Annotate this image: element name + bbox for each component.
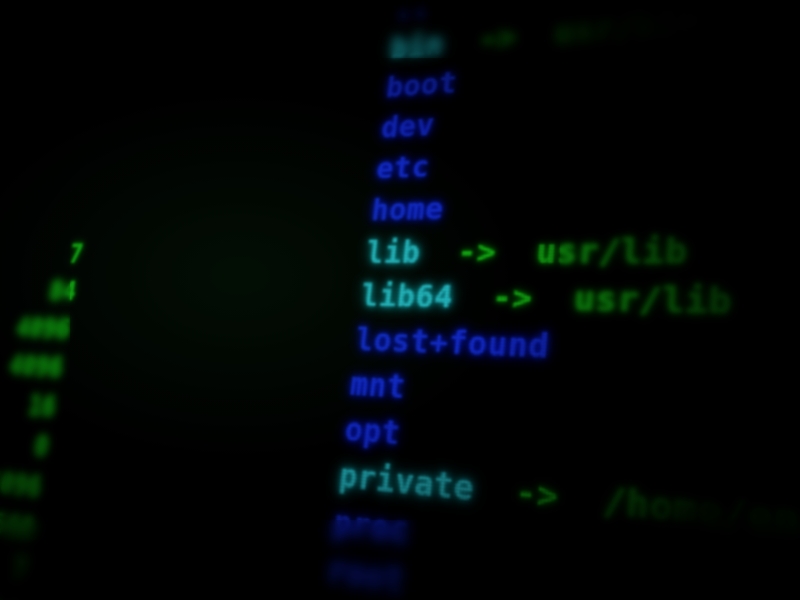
entry-month: Sep xyxy=(185,44,253,86)
entry-time: 2015 xyxy=(228,274,329,317)
entry-name-lost-found[interactable]: lost+found xyxy=(354,322,551,366)
entry-size: 84 xyxy=(2,273,79,311)
entry-size: 4096 xyxy=(0,460,45,509)
entry-month: Sep xyxy=(155,234,225,274)
symlink-arrow-icon: -> xyxy=(514,473,560,519)
entry-day: 19. xyxy=(125,52,177,92)
entry-size xyxy=(38,118,107,123)
entry-name-dev[interactable]: dev xyxy=(380,109,437,145)
entry-month: Sep xyxy=(161,195,230,235)
entry-time: 15:50 xyxy=(251,111,350,156)
entry-day: 21. xyxy=(44,510,100,559)
entry-size: 16 xyxy=(0,383,59,427)
entry-month: Sep xyxy=(167,156,236,197)
entry-size xyxy=(18,225,88,226)
entry-name-bin[interactable]: bin xyxy=(389,28,445,65)
entry-month: Sep xyxy=(173,118,242,159)
entry-size xyxy=(45,83,114,89)
entry-month: Aug xyxy=(135,353,206,398)
entry-symlink-target: usr/lib xyxy=(535,232,689,272)
entry-time: 15:52 xyxy=(240,191,340,234)
entry-name-proc[interactable]: proc xyxy=(331,504,411,552)
entry-name-etc[interactable]: etc xyxy=(375,150,432,186)
entry-name-home[interactable]: home xyxy=(370,192,446,228)
entry-time: 09:31 xyxy=(257,71,355,117)
directory-listing: 1. Sep 15:53 . 0. Sep 15:53 .. 19. Sep 2… xyxy=(0,0,800,600)
entry-month: Sep xyxy=(122,434,194,483)
entry-time: 09:32 xyxy=(246,151,345,195)
photo-of-monitor: 1. Sep 15:53 . 0. Sep 15:53 .. 19. Sep 2… xyxy=(0,0,800,600)
entry-month: Sep xyxy=(148,273,218,314)
entry-time: 22:45 xyxy=(216,356,319,405)
entry-day: 0. xyxy=(131,17,183,57)
entry-size xyxy=(32,153,101,157)
entry-day: 1. xyxy=(80,311,134,352)
monitor-screen-wrapper: 1. Sep 15:53 . 0. Sep 15:53 .. 19. Sep 2… xyxy=(0,0,800,600)
entry-day: 21. xyxy=(106,160,159,199)
entry-name-opt[interactable]: opt xyxy=(343,411,403,453)
entry-symlink-target: usr/lib xyxy=(573,280,734,322)
entry-day: 21. xyxy=(119,87,172,126)
entry-time: 2015 xyxy=(234,232,335,274)
entry-day: 30. xyxy=(100,197,153,235)
entry-time: 10:01 xyxy=(222,315,324,361)
entry-size: 4096 xyxy=(0,346,66,388)
entry-name-lib64[interactable]: lib64 xyxy=(359,279,455,316)
entry-name-lib[interactable]: lib xyxy=(364,235,422,271)
entry-name-root[interactable]: root xyxy=(326,551,407,600)
entry-size: 4096 xyxy=(0,309,73,349)
entry-month: Sep xyxy=(128,393,199,440)
entry-size: 0 xyxy=(0,421,52,467)
entry-name--[interactable]: .. xyxy=(394,0,432,26)
entry-day: 21. xyxy=(58,429,113,475)
entry-size xyxy=(51,48,120,55)
symlink-arrow-icon: -> xyxy=(456,234,498,271)
terminal-screen: 1. Sep 15:53 . 0. Sep 15:53 .. 19. Sep 2… xyxy=(0,0,800,600)
entry-day: 30. xyxy=(73,350,128,392)
entry-month: Jul xyxy=(142,313,213,356)
entry-day: 21. xyxy=(66,389,121,433)
entry-size xyxy=(57,14,125,23)
entry-day: 30. xyxy=(36,552,92,600)
entry-day: 19. xyxy=(112,123,165,162)
entry-size: 7 xyxy=(9,236,86,273)
symlink-arrow-icon: -> xyxy=(490,280,534,318)
entry-day: 12. xyxy=(51,469,107,516)
entry-size xyxy=(25,189,95,192)
entry-name-boot[interactable]: boot xyxy=(384,66,458,104)
entry-month: Sep xyxy=(179,81,247,123)
symlink-arrow-icon: -> xyxy=(478,20,519,57)
entry-day: 30. xyxy=(93,235,147,273)
entry-day: 23. xyxy=(86,273,140,312)
entry-name-mnt[interactable]: mnt xyxy=(348,366,407,406)
